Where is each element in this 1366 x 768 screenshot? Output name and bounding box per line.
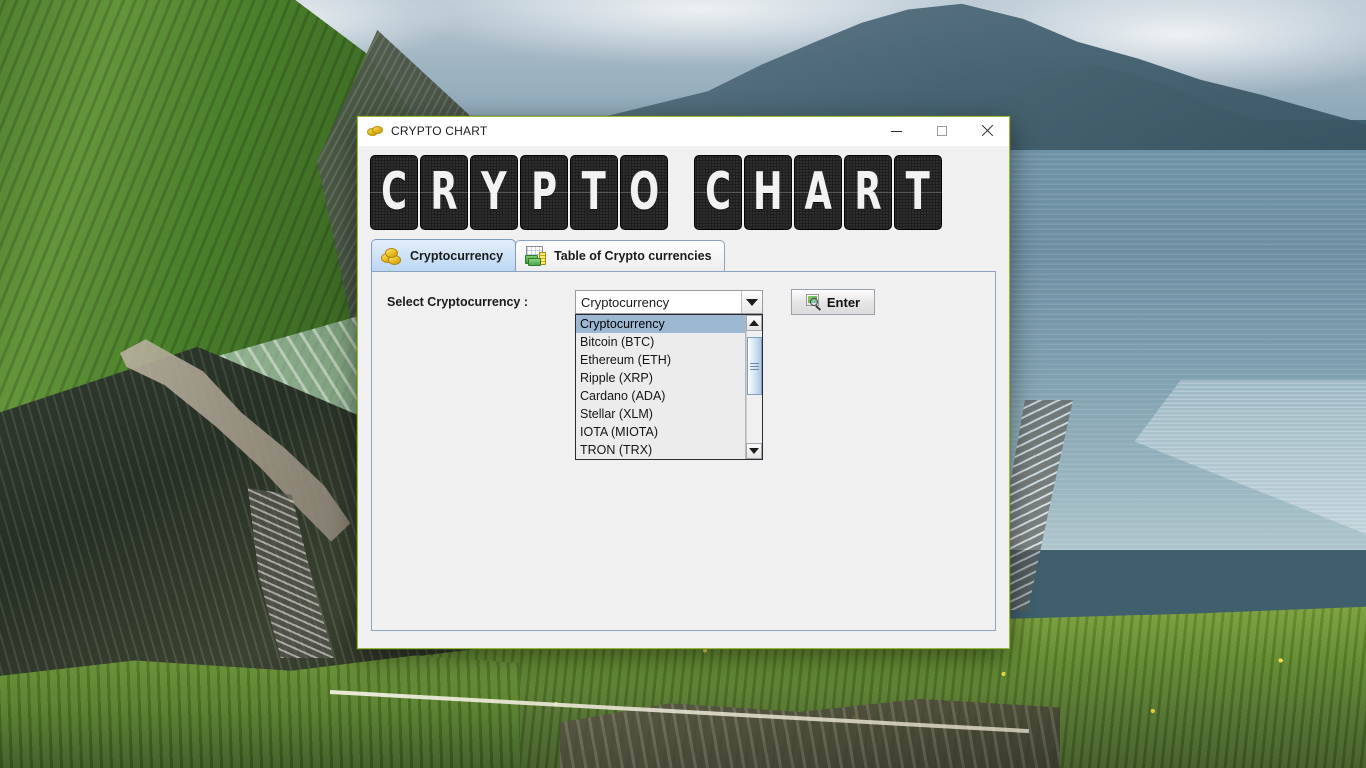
banner-tile: O [620, 154, 668, 230]
combobox-dropdown-popup[interactable]: Cryptocurrency Bitcoin (BTC) Ethereum (E… [575, 314, 763, 460]
chart-money-icon [525, 246, 547, 266]
grip-icon [750, 362, 759, 370]
scrollbar-track[interactable] [746, 331, 762, 443]
combobox-field[interactable]: Cryptocurrency [575, 290, 763, 314]
banner-char: T [581, 162, 607, 222]
tab-content-panel: Select Cryptocurrency : Cryptocurrency C… [371, 271, 996, 631]
window-title: CRYPTO CHART [391, 124, 488, 138]
coins-icon [381, 246, 403, 266]
form-row: Select Cryptocurrency : Cryptocurrency C… [387, 289, 980, 460]
scroll-down-button[interactable] [746, 443, 762, 459]
select-cryptocurrency-label: Select Cryptocurrency : [387, 295, 529, 309]
combobox-selected-value: Cryptocurrency [581, 294, 670, 310]
scroll-up-button[interactable] [746, 315, 762, 331]
dropdown-option[interactable]: TRON (TRX) [576, 441, 745, 459]
minimize-icon [891, 130, 902, 132]
enter-button-label: Enter [826, 294, 861, 310]
banner-char: P [531, 162, 557, 222]
tab-bar: Cryptocurrency Table of Crypto currencie… [358, 238, 1009, 271]
app-window: CRYPTO CHART C R Y P T O C H A R T Crypt… [357, 116, 1010, 649]
coins-icon [367, 123, 383, 139]
chevron-down-icon [746, 298, 758, 306]
banner-gap [670, 155, 692, 230]
dropdown-scrollbar[interactable] [745, 315, 762, 459]
maximize-button[interactable] [919, 117, 964, 146]
window-controls [874, 117, 1009, 146]
dropdown-option[interactable]: Stellar (XLM) [576, 405, 745, 423]
banner-tile: P [520, 154, 568, 230]
dropdown-option[interactable]: Cardano (ADA) [576, 387, 745, 405]
banner-tile: T [894, 154, 942, 230]
tab-label: Cryptocurrency [410, 248, 504, 263]
combobox-toggle-button[interactable] [741, 291, 762, 313]
banner-tile: R [844, 154, 892, 230]
minimize-button[interactable] [874, 117, 919, 146]
banner-char: C [381, 162, 407, 222]
tab-table-of-crypto-currencies[interactable]: Table of Crypto currencies [515, 240, 725, 271]
search-magnifier-icon [805, 294, 822, 311]
triangle-down-icon [749, 448, 759, 454]
banner-tile: H [744, 154, 792, 230]
banner-tile: T [570, 154, 618, 230]
dropdown-option[interactable]: Ethereum (ETH) [576, 351, 745, 369]
banner-char: T [905, 162, 931, 222]
close-icon [981, 125, 993, 137]
enter-button[interactable]: Enter [791, 289, 875, 315]
dropdown-option[interactable]: IOTA (MIOTA) [576, 423, 745, 441]
triangle-up-icon [749, 320, 759, 326]
scrollbar-thumb[interactable] [747, 337, 762, 395]
banner-crypto-chart: C R Y P T O C H A R T [358, 146, 1009, 238]
tab-label: Table of Crypto currencies [554, 249, 712, 263]
banner-char: R [430, 162, 458, 222]
banner-char: O [628, 162, 660, 222]
banner-tile: A [794, 154, 842, 230]
dropdown-option-list[interactable]: Cryptocurrency Bitcoin (BTC) Ethereum (E… [576, 315, 745, 459]
banner-tile: C [370, 154, 418, 230]
banner-char: Y [481, 162, 507, 222]
banner-char: C [705, 162, 731, 222]
maximize-icon [936, 126, 947, 136]
banner-tile: R [420, 154, 468, 230]
banner-char: R [854, 162, 882, 222]
dropdown-option[interactable]: Bitcoin (BTC) [576, 333, 745, 351]
banner-char: A [804, 162, 832, 222]
dropdown-option[interactable]: Ripple (XRP) [576, 369, 745, 387]
cryptocurrency-combobox[interactable]: Cryptocurrency Cryptocurrency Bitcoin (B… [575, 290, 763, 460]
close-button[interactable] [964, 117, 1009, 146]
banner-char: H [753, 162, 783, 222]
title-bar[interactable]: CRYPTO CHART [358, 117, 1009, 146]
tab-cryptocurrency[interactable]: Cryptocurrency [371, 239, 517, 271]
banner-tile: C [694, 154, 742, 230]
dropdown-option[interactable]: Cryptocurrency [576, 315, 745, 333]
banner-tile: Y [470, 154, 518, 230]
